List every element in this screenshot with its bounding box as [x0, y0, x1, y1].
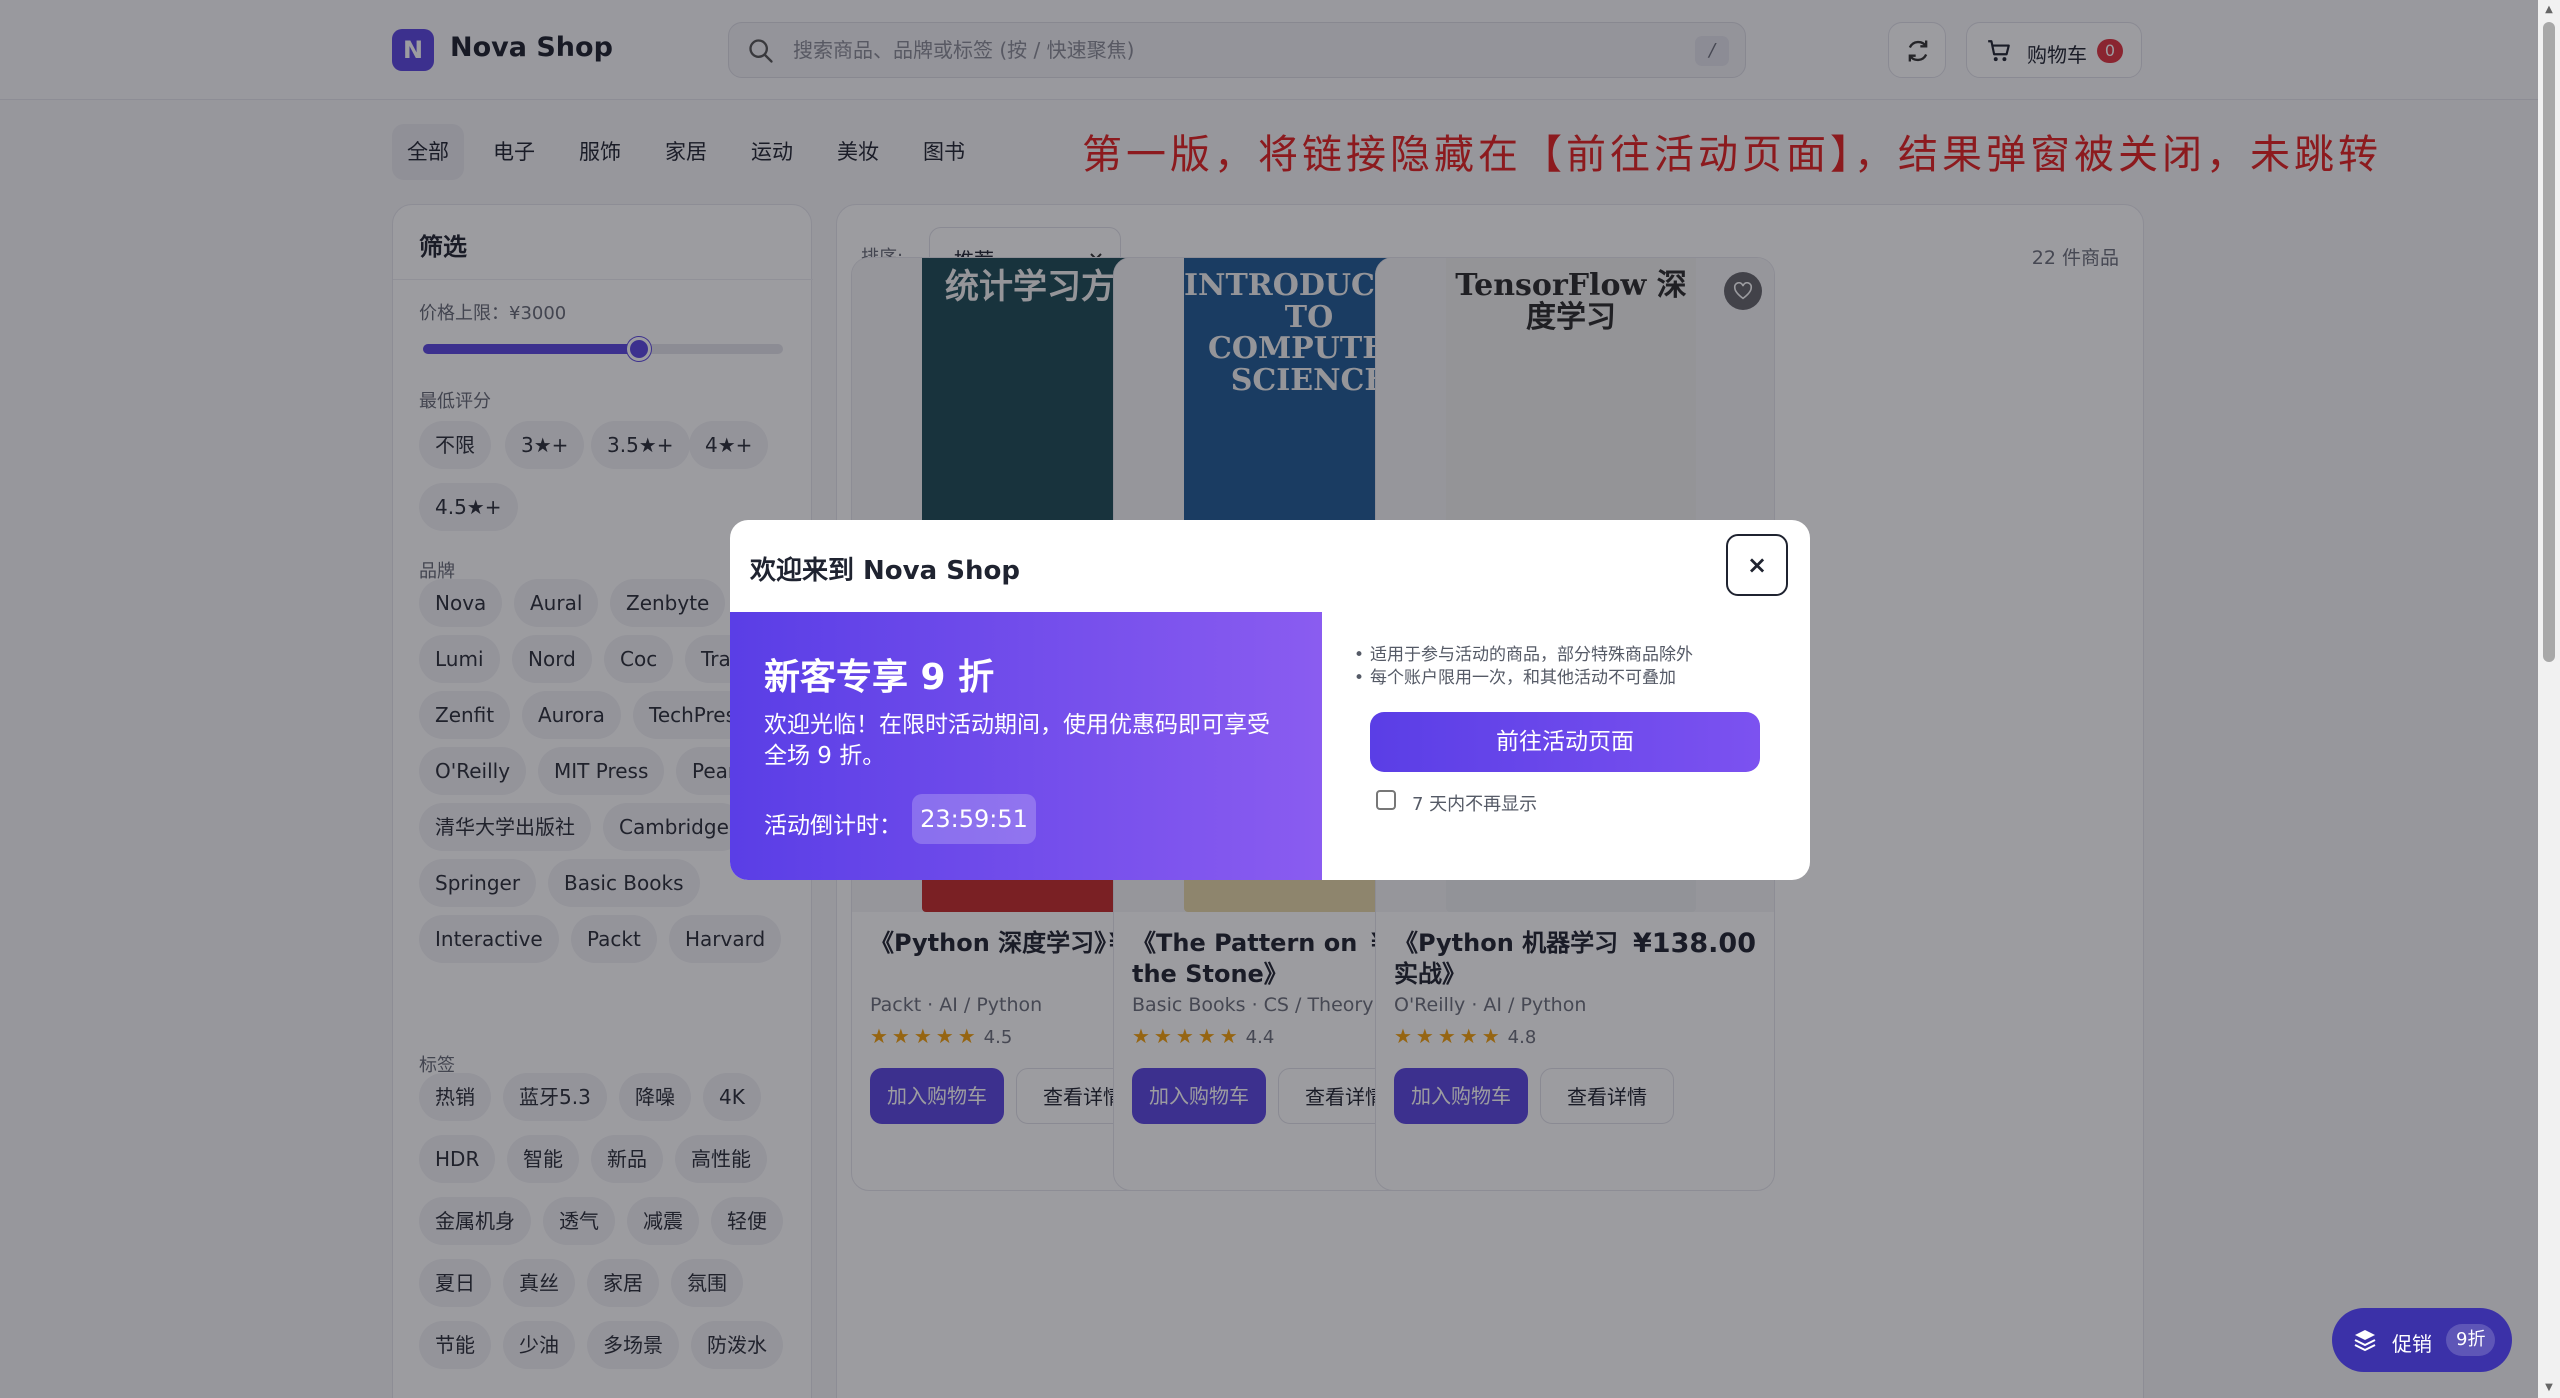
term-item: 适用于参与活动的商品，部分特殊商品除外: [1352, 644, 1782, 667]
layers-icon: [2354, 1330, 2376, 1352]
promo-floating-button[interactable]: 促销 9折: [2332, 1308, 2512, 1372]
countdown-timer: 23:59:51: [912, 794, 1036, 844]
promo-floating-label: 促销: [2392, 1332, 2432, 1356]
countdown-label: 活动倒计时：: [764, 813, 902, 839]
promo-description: 欢迎光临！在限时活动期间，使用优惠码即可享受全场 9 折。: [764, 712, 1270, 769]
welcome-modal: 欢迎来到 Nova Shop × 新客专享 9 折 欢迎光临！在限时活动期间，使…: [730, 520, 1810, 880]
promo-heading: 新客专享 9 折: [764, 657, 995, 698]
scroll-down-arrow[interactable]: ▼: [2543, 1382, 2555, 1394]
promo-floating-tag: 9折: [2446, 1324, 2496, 1356]
promo-terms: 适用于参与活动的商品，部分特殊商品除外 每个账户限用一次，和其他活动不可叠加: [1352, 644, 1782, 690]
dont-show-checkbox[interactable]: [1376, 790, 1396, 810]
close-button[interactable]: ×: [1726, 534, 1788, 596]
promo-panel: 新客专享 9 折 欢迎光临！在限时活动期间，使用优惠码即可享受全场 9 折。 活…: [730, 612, 1322, 880]
modal-title: 欢迎来到 Nova Shop: [750, 556, 1020, 586]
go-to-campaign-button[interactable]: 前往活动页面: [1370, 712, 1760, 772]
scroll-up-arrow[interactable]: ▲: [2543, 4, 2555, 16]
term-item: 每个账户限用一次，和其他活动不可叠加: [1352, 667, 1782, 690]
dont-show-label: 7 天内不再显示: [1412, 794, 1538, 815]
modal-header: 欢迎来到 Nova Shop ×: [730, 520, 1810, 612]
scrollbar-thumb[interactable]: [2543, 22, 2555, 662]
